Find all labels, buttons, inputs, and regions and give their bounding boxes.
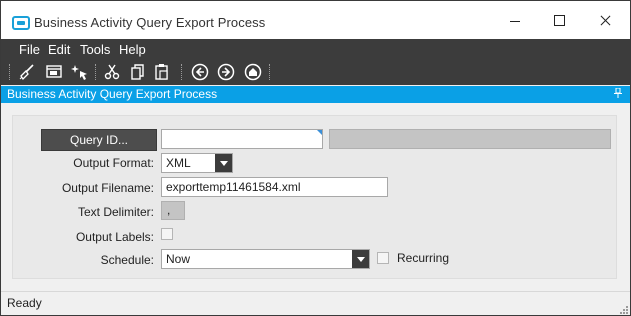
- menu-edit[interactable]: Edit: [48, 42, 70, 57]
- toolbar-separator: [9, 64, 12, 80]
- panel-header: Business Activity Query Export Process: [1, 86, 630, 103]
- paste-icon[interactable]: [153, 63, 171, 81]
- copy-icon[interactable]: [129, 63, 147, 81]
- output-labels-label: Output Labels:: [75, 230, 154, 244]
- output-format-select[interactable]: XML: [161, 153, 233, 173]
- recurring-checkbox[interactable]: [377, 252, 389, 264]
- panel-title: Business Activity Query Export Process: [7, 87, 218, 101]
- required-marker-icon: [317, 130, 322, 135]
- resize-grip-icon[interactable]: [620, 306, 628, 314]
- schedule-label: Schedule:: [100, 253, 154, 267]
- output-labels-checkbox[interactable]: [161, 228, 173, 240]
- menu-tools[interactable]: Tools: [80, 42, 110, 57]
- output-filename-value: exporttemp11461584.xml: [166, 180, 301, 194]
- broom-icon[interactable]: [18, 63, 36, 81]
- close-button[interactable]: [583, 1, 628, 39]
- maximize-button[interactable]: [537, 1, 582, 39]
- menu-file[interactable]: File: [19, 42, 40, 57]
- status-text: Ready: [7, 296, 42, 310]
- sparkle-arrow-icon[interactable]: [71, 63, 89, 81]
- pin-icon[interactable]: [614, 88, 622, 98]
- schedule-select[interactable]: Now: [161, 249, 370, 269]
- title-bar: Business Activity Query Export Process: [1, 1, 630, 39]
- maximize-icon: [554, 15, 565, 26]
- output-format-label: Output Format:: [73, 156, 154, 170]
- menu-bar: File Edit Tools Help: [1, 39, 630, 59]
- status-bar: Ready: [1, 291, 630, 315]
- cut-icon[interactable]: [103, 63, 121, 81]
- forward-icon[interactable]: [217, 63, 235, 81]
- menu-help[interactable]: Help: [119, 42, 146, 57]
- query-id-input[interactable]: [161, 129, 323, 149]
- chevron-down-icon[interactable]: [352, 250, 369, 268]
- home-icon[interactable]: [244, 63, 262, 81]
- toolbar: [1, 59, 630, 85]
- toolbar-separator: [269, 64, 272, 80]
- chevron-down-icon[interactable]: [215, 154, 232, 172]
- query-id-button[interactable]: Query ID...: [41, 129, 157, 151]
- app-icon: [12, 16, 30, 30]
- schedule-value: Now: [166, 252, 191, 266]
- minimize-icon: [510, 21, 520, 22]
- text-delimiter-input[interactable]: ,: [161, 201, 185, 220]
- output-filename-input[interactable]: exporttemp11461584.xml: [161, 177, 388, 197]
- window-icon[interactable]: [45, 63, 63, 81]
- back-icon[interactable]: [191, 63, 209, 81]
- output-filename-label: Output Filename:: [61, 181, 154, 195]
- recurring-label: Recurring: [397, 251, 450, 265]
- output-format-value: XML: [166, 156, 191, 170]
- app-window: Business Activity Query Export Process F…: [0, 0, 631, 316]
- window-title: Business Activity Query Export Process: [34, 15, 266, 30]
- toolbar-separator: [95, 64, 98, 80]
- minimize-button[interactable]: [493, 1, 538, 39]
- text-delimiter-value: ,: [167, 203, 171, 217]
- query-description-field: [329, 129, 611, 149]
- toolbar-separator: [181, 64, 184, 80]
- text-delimiter-label: Text Delimiter:: [77, 205, 154, 219]
